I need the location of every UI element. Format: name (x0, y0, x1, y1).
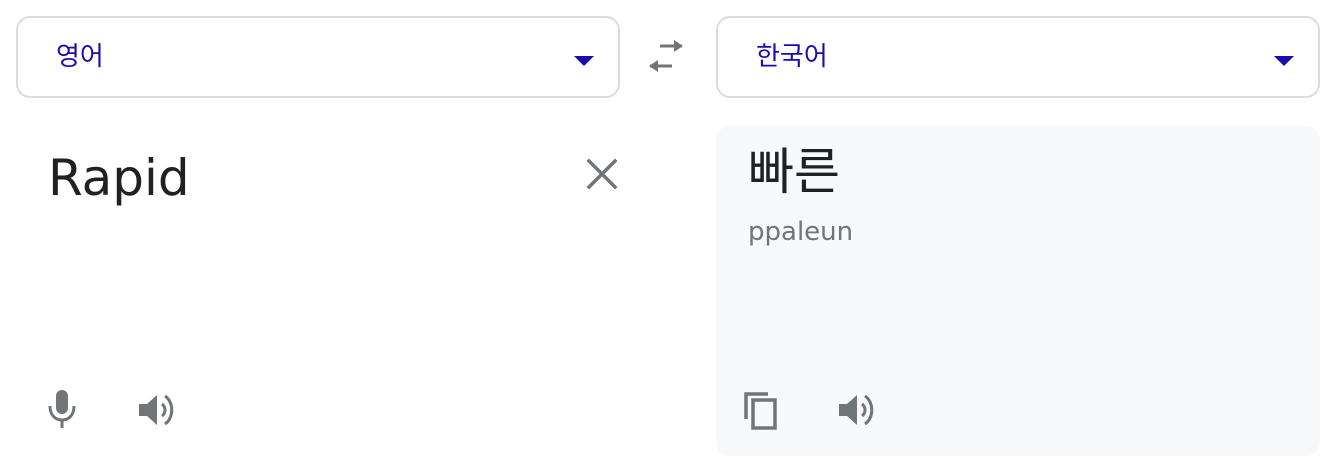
swap-icon (649, 40, 683, 72)
source-language-label: 영어 (56, 42, 104, 72)
listen-translation-button[interactable] (836, 388, 880, 432)
source-text-input[interactable]: Rapid (48, 146, 190, 210)
copy-translation-button[interactable] (740, 388, 784, 432)
close-icon (586, 158, 618, 190)
target-language-label: 한국어 (756, 42, 828, 72)
swap-languages-button[interactable] (646, 40, 686, 76)
speaker-icon (839, 394, 874, 426)
chevron-down-icon (1274, 56, 1294, 66)
source-language-select[interactable]: 영어 (16, 16, 620, 98)
listen-source-button[interactable] (136, 388, 180, 432)
speaker-icon (139, 394, 174, 426)
translation-result-panel: 빠른 ppaleun (716, 126, 1320, 456)
translation-text: 빠른 (748, 143, 840, 201)
romanization-text: ppaleun (748, 217, 854, 247)
microphone-icon (48, 390, 76, 428)
copy-icon (744, 392, 777, 430)
clear-text-button[interactable] (584, 156, 620, 192)
chevron-down-icon (574, 56, 594, 66)
target-language-select[interactable]: 한국어 (716, 16, 1320, 98)
microphone-button[interactable] (40, 388, 84, 432)
